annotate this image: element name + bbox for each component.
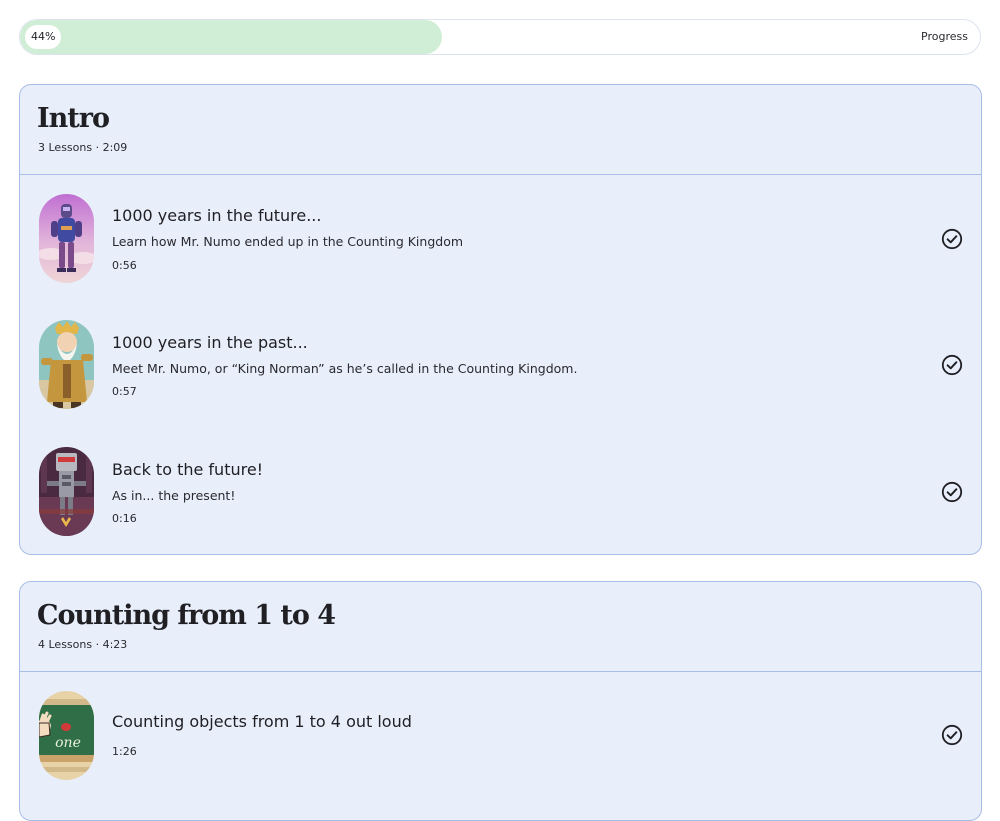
lesson-item[interactable]: one Counting objects from 1 to 4 out lou… (20, 672, 981, 799)
check-circle-icon (941, 354, 963, 376)
lesson-duration: 0:16 (112, 512, 137, 525)
section-title: Intro (37, 103, 110, 134)
section-header[interactable]: Counting from 1 to 4 4 Lessons · 4:23 (20, 582, 981, 672)
check-circle-icon (941, 228, 963, 250)
lesson-title: Back to the future! (112, 460, 264, 479)
course-progress-bar: 44% Progress (19, 19, 981, 55)
progress-fill (20, 20, 443, 54)
lesson-description: Meet Mr. Numo, or “King Norman” as he’s … (112, 361, 578, 376)
lesson-title: Counting objects from 1 to 4 out loud (112, 712, 412, 731)
king-norman-thumbnail (39, 320, 94, 409)
section-intro: Intro 3 Lessons · 2:09 1000 years in the… (19, 84, 982, 555)
check-circle-icon (941, 481, 963, 503)
lesson-description: As in... the present! (112, 488, 236, 503)
chalkboard-one-thumbnail: one (39, 691, 94, 780)
lesson-description: Learn how Mr. Numo ended up in the Count… (112, 234, 464, 249)
lesson-duration: 1:26 (112, 745, 137, 758)
lesson-item[interactable]: Back to the future! As in... the present… (20, 429, 981, 554)
check-circle-icon (941, 724, 963, 746)
lesson-item[interactable]: 1000 years in the future... Learn how Mr… (20, 175, 981, 302)
lesson-duration: 0:57 (112, 385, 137, 398)
section-header[interactable]: Intro 3 Lessons · 2:09 (20, 85, 981, 175)
section-title: Counting from 1 to 4 (37, 600, 336, 631)
section-meta: 3 Lessons · 2:09 (38, 141, 128, 154)
thumbnail-chalk-word: one (55, 735, 81, 751)
lesson-item[interactable]: 1000 years in the past... Meet Mr. Numo,… (20, 302, 981, 429)
lesson-duration: 0:56 (112, 259, 137, 272)
progress-label: Progress (921, 30, 968, 43)
section-counting-1-to-4: Counting from 1 to 4 4 Lessons · 4:23 on… (19, 581, 982, 821)
future-robot-thumbnail (39, 194, 94, 283)
lesson-title: 1000 years in the past... (112, 333, 308, 352)
present-robot-thumbnail (39, 447, 94, 536)
progress-percent: 44% (25, 25, 62, 49)
lesson-title: 1000 years in the future... (112, 206, 322, 225)
section-meta: 4 Lessons · 4:23 (38, 638, 128, 651)
